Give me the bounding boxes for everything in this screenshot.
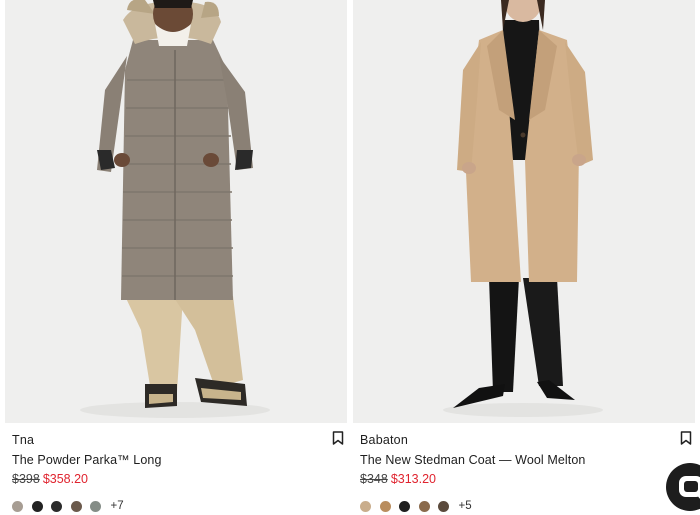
color-swatches: +5 — [360, 500, 472, 512]
product-image[interactable] — [5, 0, 347, 423]
product-card[interactable]: Babaton The New Stedman Coat — Wool Melt… — [353, 0, 695, 515]
product-info: Tna The Powder Parka™ Long $398 $358.20 +… — [5, 423, 347, 515]
color-swatches: +7 — [12, 500, 124, 512]
product-price: $348 $313.20 — [360, 472, 436, 486]
product-image[interactable] — [353, 0, 695, 423]
product-name[interactable]: The New Stedman Coat — Wool Melton — [360, 453, 586, 467]
bookmark-icon[interactable] — [332, 431, 344, 445]
color-swatch[interactable] — [379, 500, 391, 512]
color-swatch[interactable] — [12, 500, 23, 512]
original-price: $348 — [360, 472, 388, 486]
color-swatch[interactable] — [418, 500, 430, 512]
product-brand[interactable]: Babaton — [360, 433, 408, 447]
color-swatch[interactable] — [90, 500, 101, 512]
product-name[interactable]: The Powder Parka™ Long — [12, 453, 162, 467]
color-swatch[interactable] — [70, 500, 82, 512]
more-colors-count[interactable]: +5 — [459, 500, 472, 512]
sale-price: $313.20 — [390, 472, 436, 486]
more-colors-count[interactable]: +7 — [111, 500, 124, 512]
original-price: $398 — [12, 472, 40, 486]
chat-bubble-inner — [684, 481, 698, 492]
coat-model-photo — [353, 0, 695, 423]
bookmark-icon[interactable] — [680, 431, 692, 445]
product-grid: Tna The Powder Parka™ Long $398 $358.20 +… — [0, 0, 700, 515]
product-info: Babaton The New Stedman Coat — Wool Melt… — [353, 423, 695, 515]
product-brand[interactable]: Tna — [12, 433, 34, 447]
color-swatch[interactable] — [399, 500, 410, 512]
product-card[interactable]: Tna The Powder Parka™ Long $398 $358.20 +… — [5, 0, 347, 515]
sale-price: $358.20 — [42, 472, 88, 486]
chat-bubble-tail — [695, 493, 700, 500]
product-price: $398 $358.20 — [12, 472, 88, 486]
color-swatch[interactable] — [31, 500, 43, 512]
parka-model-photo — [5, 0, 347, 423]
color-swatch[interactable] — [51, 500, 62, 512]
color-swatch[interactable] — [360, 500, 371, 512]
color-swatch[interactable] — [438, 500, 449, 512]
